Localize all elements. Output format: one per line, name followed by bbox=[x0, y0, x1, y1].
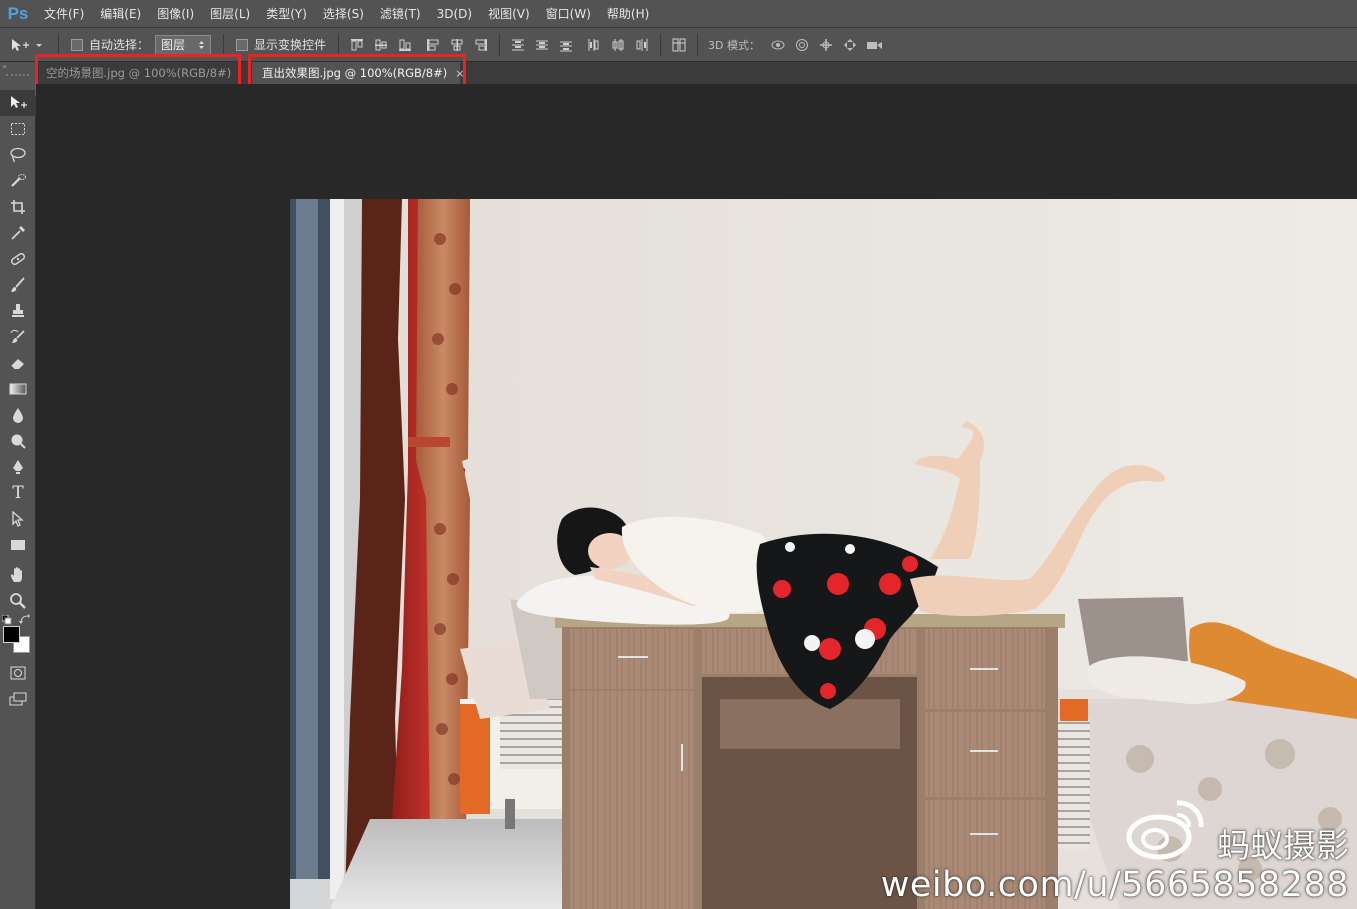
tab-title: 空的场景图.jpg @ 100%(RGB/8#) bbox=[46, 66, 232, 80]
3d-roll-icon[interactable] bbox=[794, 37, 810, 53]
default-colors-icon[interactable] bbox=[2, 615, 12, 625]
align-top-edges-icon[interactable] bbox=[349, 37, 365, 53]
menu-help[interactable]: 帮助(H) bbox=[599, 0, 657, 28]
auto-align-layers-icon[interactable] bbox=[671, 37, 687, 53]
3d-rotate-icon[interactable] bbox=[770, 37, 786, 53]
3d-camera-icon[interactable] bbox=[866, 37, 882, 53]
options-bar: 自动选择： 图层 显示变换控件 3D 模式： bbox=[0, 28, 1357, 62]
auto-select-target-dropdown[interactable]: 图层 bbox=[155, 34, 212, 55]
menu-layer[interactable]: 图层(L) bbox=[202, 0, 258, 28]
menu-filter[interactable]: 滤镜(T) bbox=[372, 0, 429, 28]
menu-type[interactable]: 类型(Y) bbox=[258, 0, 315, 28]
show-transform-label: 显示变换控件 bbox=[254, 38, 327, 52]
crop-tool-icon[interactable] bbox=[0, 194, 36, 220]
foreground-color-swatch[interactable] bbox=[3, 626, 20, 643]
photoshop-window: Ps 文件(F) 编辑(E) 图像(I) 图层(L) 类型(Y) 选择(S) 滤… bbox=[0, 0, 1357, 909]
gradient-tool-icon[interactable] bbox=[0, 376, 36, 402]
tab-close-icon[interactable]: × bbox=[455, 67, 464, 80]
path-selection-tool-icon[interactable] bbox=[0, 506, 36, 532]
align-left-edges-icon[interactable] bbox=[425, 37, 441, 53]
document-image[interactable]: 蚂蚁摄影 weibo.com/u/5665858288 bbox=[290, 199, 1357, 909]
auto-select-checkbox[interactable] bbox=[71, 38, 83, 51]
photoshop-logo: Ps bbox=[7, 3, 29, 23]
clone-stamp-tool-icon[interactable] bbox=[0, 298, 36, 324]
color-swatches bbox=[0, 614, 36, 654]
quick-mask-icon[interactable] bbox=[0, 660, 36, 686]
auto-select-group: 自动选择： 图层 bbox=[71, 34, 212, 55]
blur-tool-icon[interactable] bbox=[0, 402, 36, 428]
quick-selection-tool-icon[interactable] bbox=[0, 168, 36, 194]
tab-title: 直出效果图.jpg @ 100%(RGB/8#) bbox=[262, 66, 448, 80]
menu-select[interactable]: 选择(S) bbox=[315, 0, 372, 28]
distribute-left-icon[interactable] bbox=[586, 37, 602, 53]
move-tool-icon[interactable] bbox=[0, 90, 36, 116]
tool-preset-picker[interactable] bbox=[0, 32, 52, 58]
3d-mode-label: 3D 模式： bbox=[708, 38, 760, 52]
updown-arrows-icon bbox=[199, 40, 205, 49]
type-tool-glyph: T bbox=[12, 483, 24, 503]
menu-file[interactable]: 文件(F) bbox=[36, 0, 92, 28]
swap-colors-icon[interactable] bbox=[19, 614, 31, 625]
rectangle-tool-icon[interactable] bbox=[0, 532, 36, 558]
screen-mode-icon[interactable] bbox=[0, 686, 36, 712]
panel-collapse-icon[interactable]: » bbox=[2, 63, 35, 71]
distribute-top-icon[interactable] bbox=[510, 37, 526, 53]
show-transform-checkbox[interactable] bbox=[236, 38, 249, 51]
distribute-right-icon[interactable] bbox=[634, 37, 650, 53]
3d-slide-icon[interactable] bbox=[842, 37, 858, 53]
history-brush-tool-icon[interactable] bbox=[0, 324, 36, 350]
auto-select-label: 自动选择： bbox=[89, 38, 150, 52]
3d-pan-icon[interactable] bbox=[818, 37, 834, 53]
menu-edit[interactable]: 编辑(E) bbox=[92, 0, 149, 28]
distribute-hcenter-icon[interactable] bbox=[610, 37, 626, 53]
canvas-area[interactable]: 蚂蚁摄影 weibo.com/u/5665858288 bbox=[36, 84, 1357, 909]
tab-empty-scene[interactable]: 空的场景图.jpg @ 100%(RGB/8#) bbox=[36, 62, 242, 84]
tab-straight-out-effect[interactable]: 直出效果图.jpg @ 100%(RGB/8#) × bbox=[252, 62, 464, 84]
brush-tool-icon[interactable] bbox=[0, 272, 36, 298]
pen-tool-icon[interactable] bbox=[0, 454, 36, 480]
weibo-logo-icon bbox=[1126, 800, 1204, 860]
lasso-tool-icon[interactable] bbox=[0, 142, 36, 168]
healing-brush-tool-icon[interactable] bbox=[0, 246, 36, 272]
tools-panel: » T bbox=[0, 62, 36, 909]
zoom-tool-icon[interactable] bbox=[0, 588, 36, 614]
eraser-tool-icon[interactable] bbox=[0, 350, 36, 376]
menu-view[interactable]: 视图(V) bbox=[480, 0, 538, 28]
align-bottom-edges-icon[interactable] bbox=[397, 37, 413, 53]
menu-window[interactable]: 窗口(W) bbox=[538, 0, 599, 28]
move-tool-preset-icon bbox=[12, 38, 42, 51]
align-horizontal-centers-icon[interactable] bbox=[449, 37, 465, 53]
document-tabs: 空的场景图.jpg @ 100%(RGB/8#) 直出效果图.jpg @ 100… bbox=[36, 62, 1357, 84]
align-right-edges-icon[interactable] bbox=[473, 37, 489, 53]
menu-image[interactable]: 图像(I) bbox=[149, 0, 202, 28]
auto-select-target-value: 图层 bbox=[161, 38, 186, 52]
marquee-tool-icon[interactable] bbox=[0, 116, 36, 142]
eyedropper-tool-icon[interactable] bbox=[0, 220, 36, 246]
distribute-bottom-icon[interactable] bbox=[558, 37, 574, 53]
watermark-url: weibo.com/u/5665858288 bbox=[880, 865, 1349, 905]
hand-tool-icon[interactable] bbox=[0, 562, 36, 588]
type-tool-icon[interactable]: T bbox=[0, 480, 36, 506]
dodge-tool-icon[interactable] bbox=[0, 428, 36, 454]
menu-bar: Ps 文件(F) 编辑(E) 图像(I) 图层(L) 类型(Y) 选择(S) 滤… bbox=[0, 0, 1357, 28]
show-transform-group: 显示变换控件 bbox=[236, 36, 326, 53]
distribute-vcenter-icon[interactable] bbox=[534, 37, 550, 53]
align-vertical-centers-icon[interactable] bbox=[373, 37, 389, 53]
watermark-name: 蚂蚁摄影 bbox=[1217, 826, 1349, 865]
tools-panel-grip[interactable] bbox=[6, 74, 29, 84]
menu-3d[interactable]: 3D(D) bbox=[429, 0, 480, 28]
